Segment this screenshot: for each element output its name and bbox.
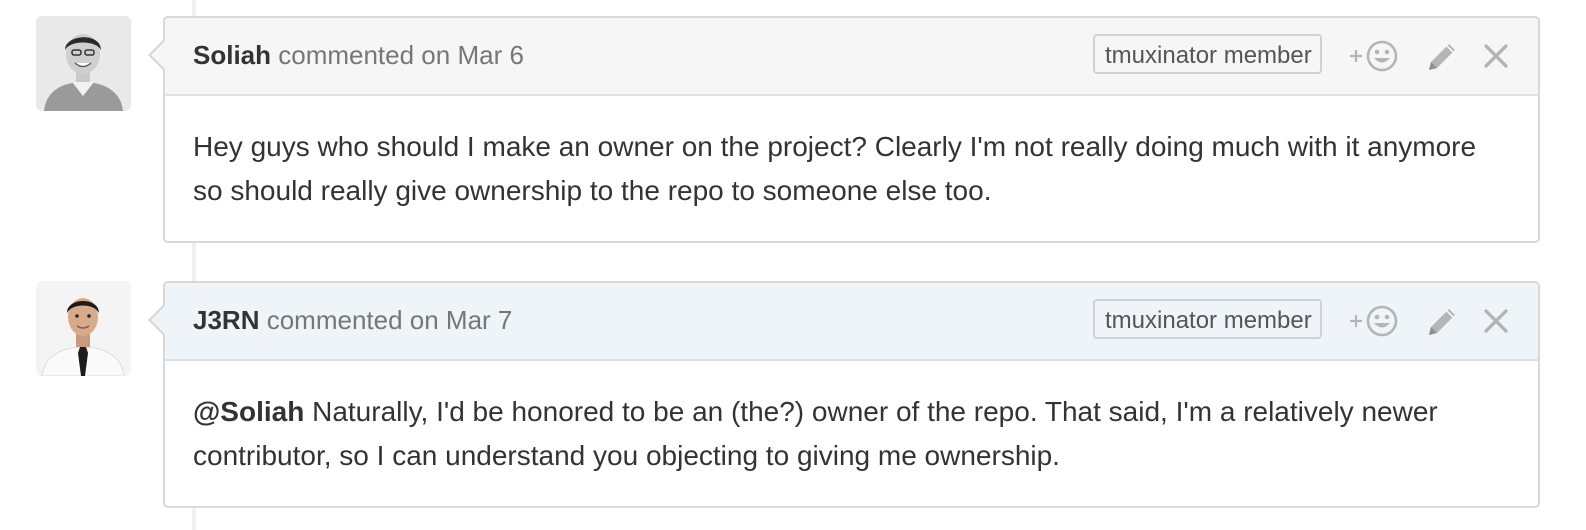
speech-arrow-fill [151,306,165,334]
avatar-soliah[interactable] [36,16,131,111]
edit-button[interactable] [1425,38,1459,79]
avatar-j3rn[interactable] [36,281,131,376]
role-badge: tmuxinator member [1093,299,1322,339]
add-reaction-button[interactable] [1348,38,1402,79]
delete-button[interactable] [1480,38,1512,79]
comment-header: Soliah commented on Mar 6 tmuxinator mem… [165,18,1538,96]
user-mention-link[interactable]: @Soliah [193,396,304,427]
comment-meta: J3RN commented on Mar 7 [193,305,512,336]
delete-button[interactable] [1480,303,1512,344]
author-name[interactable]: J3RN [193,305,259,335]
edit-button[interactable] [1425,303,1459,344]
comment-header: J3RN commented on Mar 7 tmuxinator membe… [165,283,1538,361]
author-name[interactable]: Soliah [193,40,271,70]
comment-body: @Soliah Naturally, I'd be honored to be … [193,390,1513,478]
comment-box: J3RN commented on Mar 7 tmuxinator membe… [148,281,1540,508]
comment-body-text: Naturally, I'd be honored to be an (the?… [193,396,1438,471]
comment-timestamp[interactable]: commented on Mar 6 [271,40,524,70]
smiley-plus-icon [1350,40,1398,72]
close-icon [1484,309,1508,333]
smiley-plus-icon [1350,305,1398,337]
pencil-icon [1429,309,1455,335]
comment-body: Hey guys who should I make an owner on t… [193,131,1477,206]
close-icon [1484,44,1508,68]
pencil-icon [1429,44,1455,70]
role-badge: tmuxinator member [1093,34,1322,74]
comment-timestamp[interactable]: commented on Mar 7 [259,305,513,335]
speech-arrow-fill [151,41,165,69]
add-reaction-button[interactable] [1348,303,1402,344]
comment-meta: Soliah commented on Mar 6 [193,40,524,71]
comment-box: Soliah commented on Mar 6 tmuxinator mem… [148,16,1540,243]
